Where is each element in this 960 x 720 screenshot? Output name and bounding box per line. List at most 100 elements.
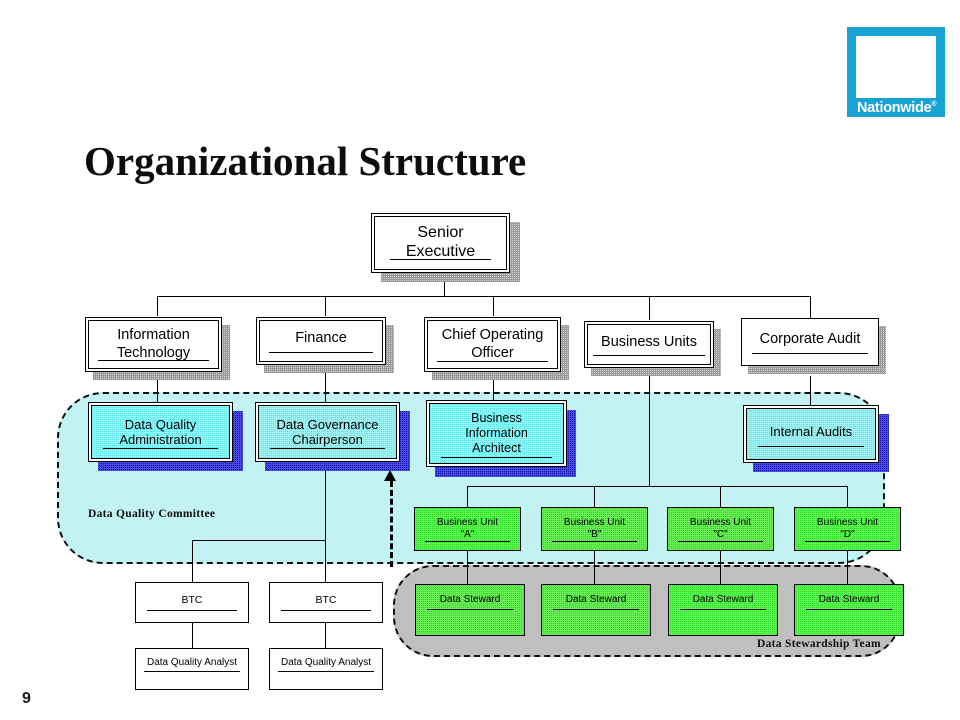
connector-business-units-bus bbox=[467, 486, 847, 487]
node-corporate-audit-label: Corporate Audit bbox=[759, 331, 861, 348]
logo-inner-square bbox=[856, 36, 936, 98]
node-data-steward-b-label: Data Steward bbox=[565, 594, 627, 605]
node-information-technology-underline bbox=[98, 360, 209, 361]
node-internal-audits-label: Internal Audits bbox=[769, 424, 853, 440]
node-data-quality-administration-underline bbox=[103, 448, 218, 449]
logo-wordmark: Nationwide® bbox=[857, 100, 936, 116]
node-data-quality-analyst-2-label: Data Quality Analyst bbox=[280, 657, 372, 668]
node-corporate-audit-underline bbox=[752, 353, 868, 354]
node-btc-1[interactable]: BTC bbox=[135, 582, 249, 623]
node-data-quality-analyst-2[interactable]: Data Quality Analyst bbox=[269, 648, 383, 690]
connector-to-btc-1 bbox=[192, 540, 193, 582]
node-data-governance-chairperson[interactable]: Data Governance Chairperson bbox=[255, 402, 400, 462]
node-data-quality-administration[interactable]: Data Quality Administration bbox=[88, 402, 233, 462]
node-btc-2-underline bbox=[281, 610, 371, 611]
node-data-governance-chairperson-underline bbox=[270, 448, 385, 449]
connector-to-finance bbox=[325, 296, 326, 316]
node-data-steward-d[interactable]: Data Steward bbox=[794, 584, 904, 636]
logo-wordmark-text: Nationwide bbox=[857, 100, 932, 116]
connector-to-information-technology bbox=[157, 296, 158, 316]
connector-stewardship-to-architect-arrowhead bbox=[384, 470, 396, 481]
node-senior-executive[interactable]: Senior Executive bbox=[371, 213, 510, 273]
slide-canvas: Nationwide® Organizational Structure 9 D… bbox=[0, 0, 960, 720]
connector-to-business-unit-b bbox=[594, 486, 595, 507]
connector-btc1-to-analyst1 bbox=[192, 623, 193, 648]
node-data-quality-analyst-1-underline bbox=[144, 671, 240, 672]
connector-finance-to-dgc bbox=[325, 371, 326, 402]
node-senior-executive-underline bbox=[390, 259, 491, 260]
node-business-unit-b[interactable]: Business Unit "B" bbox=[541, 507, 648, 551]
page-number: 9 bbox=[22, 690, 31, 707]
node-business-information-architect-label: Business Information Architect bbox=[465, 411, 528, 455]
node-chief-operating-officer-underline bbox=[437, 361, 548, 362]
node-btc-1-label: BTC bbox=[181, 593, 203, 606]
node-information-technology-label: Information Technology bbox=[116, 327, 191, 361]
node-business-units-label: Business Units bbox=[601, 333, 697, 350]
connector-bub-to-steward-b bbox=[594, 551, 595, 584]
node-btc-1-underline bbox=[147, 610, 237, 611]
connector-btc-bus bbox=[192, 540, 326, 541]
connector-finance-trunk-down bbox=[325, 470, 326, 582]
connector-btc2-to-analyst2 bbox=[325, 623, 326, 648]
connector-row2-bus bbox=[157, 296, 811, 297]
node-business-unit-d-underline bbox=[805, 541, 890, 542]
node-data-governance-chairperson-label: Data Governance Chairperson bbox=[276, 416, 379, 447]
node-data-steward-d-underline bbox=[806, 609, 892, 610]
node-business-units[interactable]: Business Units bbox=[584, 321, 714, 368]
connector-bua-to-steward-a bbox=[467, 551, 468, 584]
node-business-unit-c-underline bbox=[678, 541, 763, 542]
node-business-unit-d[interactable]: Business Unit "D" bbox=[794, 507, 901, 551]
logo-registered-mark: ® bbox=[931, 101, 937, 109]
node-information-technology[interactable]: Information Technology bbox=[85, 317, 222, 372]
node-business-unit-b-label: Business Unit "B" bbox=[563, 517, 626, 540]
node-data-steward-b[interactable]: Data Steward bbox=[541, 584, 651, 636]
connector-to-corporate-audit bbox=[810, 296, 811, 318]
node-finance-underline bbox=[269, 352, 373, 353]
connector-senior-down bbox=[444, 281, 445, 297]
node-business-unit-c[interactable]: Business Unit "C" bbox=[667, 507, 774, 551]
connector-buc-to-steward-c bbox=[720, 551, 721, 584]
node-chief-operating-officer[interactable]: Chief Operating Officer bbox=[424, 317, 561, 372]
node-business-unit-a-underline bbox=[425, 541, 510, 542]
node-internal-audits[interactable]: Internal Audits bbox=[743, 405, 879, 463]
connector-ca-to-internal-audits bbox=[810, 376, 811, 405]
node-data-steward-c-underline bbox=[680, 609, 766, 610]
region-label-data-quality-committee: Data Quality Committee bbox=[88, 508, 216, 520]
node-data-steward-a[interactable]: Data Steward bbox=[415, 584, 525, 636]
connector-coo-to-bia bbox=[493, 379, 494, 400]
node-finance-label: Finance bbox=[295, 330, 347, 347]
node-data-steward-a-label: Data Steward bbox=[439, 594, 501, 605]
node-btc-2[interactable]: BTC bbox=[269, 582, 383, 623]
node-data-steward-d-label: Data Steward bbox=[818, 594, 880, 605]
node-data-steward-c[interactable]: Data Steward bbox=[668, 584, 778, 636]
node-data-quality-analyst-2-underline bbox=[278, 671, 374, 672]
node-finance[interactable]: Finance bbox=[256, 317, 386, 365]
connector-to-business-unit-a bbox=[467, 486, 468, 507]
connector-it-to-dqa bbox=[157, 379, 158, 402]
node-btc-2-label: BTC bbox=[315, 593, 337, 606]
node-business-unit-d-label: Business Unit "D" bbox=[816, 517, 879, 540]
node-business-information-architect[interactable]: Business Information Architect bbox=[426, 400, 567, 467]
node-business-unit-a-label: Business Unit "A" bbox=[436, 517, 499, 540]
node-data-steward-c-label: Data Steward bbox=[692, 594, 754, 605]
connector-business-units-down bbox=[649, 376, 650, 486]
connector-stewardship-to-architect-dashed bbox=[390, 481, 393, 567]
node-business-unit-a[interactable]: Business Unit "A" bbox=[414, 507, 521, 551]
connector-to-business-unit-d bbox=[847, 486, 848, 507]
node-data-quality-analyst-1-label: Data Quality Analyst bbox=[146, 657, 238, 668]
node-corporate-audit[interactable]: Corporate Audit bbox=[741, 318, 879, 366]
node-business-units-underline bbox=[593, 355, 705, 356]
page-title: Organizational Structure bbox=[84, 138, 527, 184]
node-data-quality-administration-label: Data Quality Administration bbox=[119, 416, 202, 447]
node-internal-audits-underline bbox=[758, 446, 864, 447]
region-label-data-stewardship-team: Data Stewardship Team bbox=[757, 638, 881, 650]
connector-bud-to-steward-d bbox=[847, 551, 848, 584]
node-senior-executive-label: Senior Executive bbox=[405, 224, 476, 260]
node-business-unit-b-underline bbox=[552, 541, 637, 542]
node-chief-operating-officer-label: Chief Operating Officer bbox=[441, 327, 544, 361]
connector-to-business-unit-c bbox=[720, 486, 721, 507]
node-business-unit-c-label: Business Unit "C" bbox=[689, 517, 752, 540]
node-data-steward-a-underline bbox=[427, 609, 513, 610]
nationwide-logo: Nationwide® bbox=[847, 27, 945, 117]
node-data-quality-analyst-1[interactable]: Data Quality Analyst bbox=[135, 648, 249, 690]
